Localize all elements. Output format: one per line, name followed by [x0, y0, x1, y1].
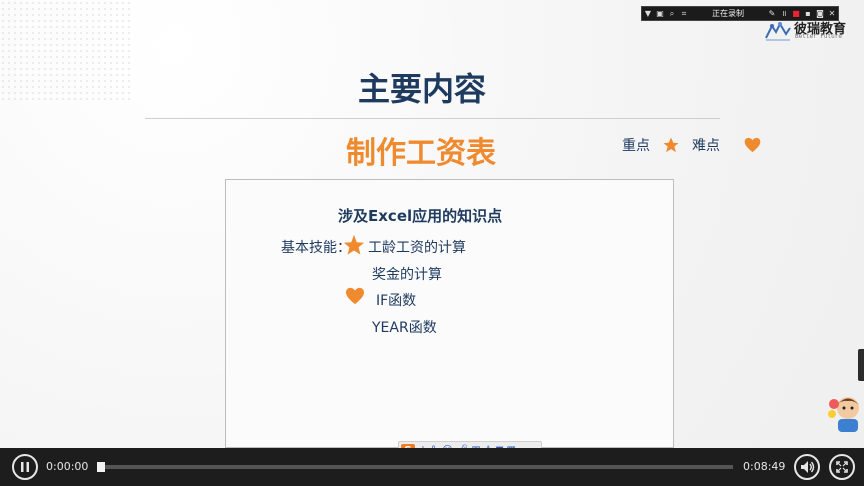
star-icon — [663, 137, 679, 153]
volume-icon — [801, 461, 815, 473]
zoom-icon[interactable]: ⌕ — [666, 7, 678, 20]
side-panel-tab[interactable] — [858, 349, 864, 381]
legend-difficult-point-label: 难点 — [692, 138, 720, 154]
logo-tagline: Better Future — [795, 33, 842, 40]
current-time: 0:00:00 — [46, 460, 89, 473]
pause-button[interactable] — [12, 454, 38, 480]
duration: 0:08:49 — [743, 460, 786, 473]
recording-status: 正在录制 — [712, 9, 744, 18]
volume-button[interactable] — [794, 454, 820, 480]
legend-key-point-label: 重点 — [622, 138, 650, 154]
legend: 重点 难点 — [622, 135, 761, 155]
list-item-bonus: 奖金的计算 — [372, 267, 442, 283]
heart-icon — [744, 137, 761, 153]
mascot-icon[interactable] — [826, 392, 864, 434]
box-heading: 涉及Excel应用的知识点 — [338, 207, 503, 225]
slide-title: 主要内容 — [357, 70, 486, 108]
progress-track[interactable] — [97, 465, 733, 469]
list-item-seniority-pay: 工龄工资的计算 — [368, 240, 466, 256]
brand-logo: 彼瑞教育 Better Future — [764, 18, 854, 46]
region-icon[interactable]: ⌗ — [678, 7, 690, 20]
heart-icon — [346, 287, 364, 305]
progress-handle[interactable] — [97, 462, 105, 472]
list-item-year-function: YEAR函数 — [372, 320, 437, 336]
slide-subtitle: 制作工资表 — [346, 136, 496, 171]
star-icon — [343, 234, 365, 255]
fullscreen-icon — [836, 461, 848, 473]
dropdown-icon[interactable]: ▼ — [642, 7, 654, 20]
list-item-if-function: IF函数 — [376, 293, 417, 309]
video-player-bar: 0:00:00 0:08:49 — [0, 448, 864, 486]
screen-icon[interactable]: ▣ — [654, 7, 666, 20]
title-divider — [145, 118, 720, 119]
fullscreen-button[interactable] — [829, 454, 855, 480]
logo-mark-icon — [765, 21, 791, 41]
basic-skills-label: 基本技能： — [281, 240, 351, 256]
pause-icon — [21, 462, 29, 472]
